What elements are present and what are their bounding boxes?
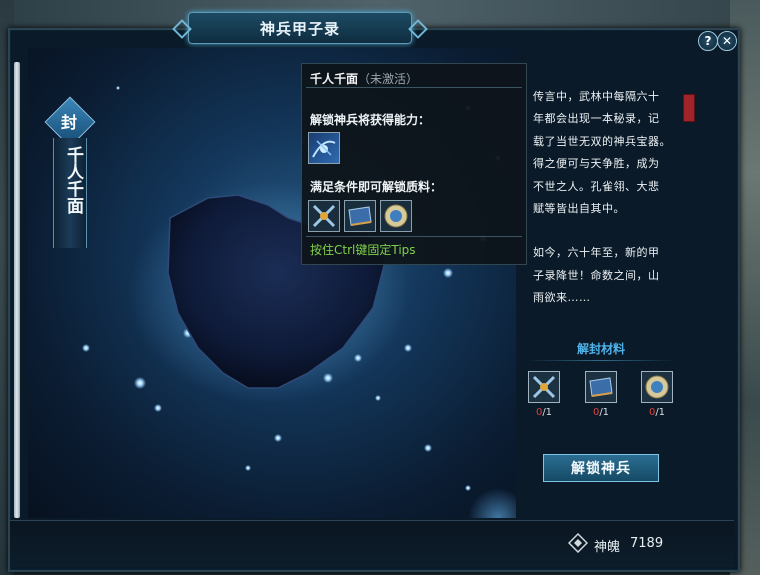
cross-blade-icon — [532, 375, 556, 399]
tooltip-weapon-name: 千人千面 — [310, 72, 359, 86]
lore-line: 得之便可与天争胜，成为 — [533, 157, 660, 171]
currency-value: 7189 — [630, 536, 664, 551]
lore-line: 传言中，武林中每隔六十 — [533, 90, 660, 103]
lore-line: 年都会出现一本秘录，记 — [533, 112, 660, 126]
lore-line — [533, 220, 703, 242]
tooltip-material-slot[interactable] — [380, 200, 412, 232]
materials-heading: 满足条件即可解锁质料： — [310, 180, 443, 194]
material-count-3: 0/1 — [641, 407, 673, 418]
material-slot-1[interactable] — [528, 371, 560, 403]
tooltip-title: 千人千面（未激活） — [310, 70, 418, 87]
divider — [306, 87, 522, 88]
tooltip-status: （未激活） — [358, 72, 419, 86]
unlock-weapon-button[interactable]: 解锁神兵 — [543, 454, 659, 482]
lore-line: 子录降世！命数之间，山 — [533, 268, 660, 282]
ability-heading: 解锁神兵将获得能力： — [310, 113, 431, 127]
materials-title: 解封材料 — [576, 342, 625, 356]
material-need: /1 — [655, 407, 666, 418]
mask-ability-icon — [312, 140, 336, 158]
soul-currency-icon — [568, 533, 588, 553]
lore-text: 传言中，武林中每隔六十 年都会出现一本秘录，记 载了当世无双的神兵宝器。 得之便… — [533, 86, 703, 310]
bottom-bar — [10, 520, 734, 567]
tooltip-material-slot[interactable] — [344, 200, 376, 232]
close-button[interactable]: ✕ — [717, 31, 737, 51]
cross-blade-icon — [312, 204, 336, 228]
ability-slot[interactable] — [308, 132, 340, 164]
weapon-name: 千人千面 — [63, 146, 83, 214]
material-need: /1 — [599, 407, 610, 418]
ctrl-hint: 按住Ctrl键固定Tips — [310, 243, 416, 257]
scroll-icon — [348, 206, 372, 226]
weapon-tooltip: 千人千面（未激活） 解锁神兵将获得能力： 满足条件即可解锁质料： 按住Ctrl键… — [301, 63, 527, 265]
red-seal-stamp — [683, 94, 695, 122]
lore-line: 如今，六十年至，新的甲 — [533, 246, 660, 260]
material-slot-3[interactable] — [641, 371, 673, 403]
lore-line: 载了当世无双的神兵宝器。 — [533, 134, 671, 148]
material-count-1: 0/1 — [528, 407, 560, 418]
divider — [306, 236, 522, 237]
tooltip-material-slot[interactable] — [308, 200, 340, 232]
help-button[interactable]: ? — [698, 31, 718, 51]
materials-divider — [526, 360, 676, 361]
currency-label: 神魄 — [594, 540, 621, 555]
scroll-icon — [589, 377, 613, 397]
jade-disc-icon — [645, 375, 669, 399]
window-title: 神兵甲子录 — [188, 12, 412, 44]
material-slot-2[interactable] — [585, 371, 617, 403]
lore-line: 雨欲来…… — [533, 291, 591, 305]
seal-label: 封 — [60, 113, 77, 132]
jade-disc-icon — [384, 204, 408, 228]
scrollbar[interactable] — [14, 62, 20, 518]
material-need: /1 — [542, 407, 553, 418]
lore-line: 赋等皆出自其中。 — [533, 202, 625, 216]
lore-line: 不世之人。孔雀翎、大悲 — [533, 179, 660, 193]
material-count-2: 0/1 — [585, 407, 617, 418]
